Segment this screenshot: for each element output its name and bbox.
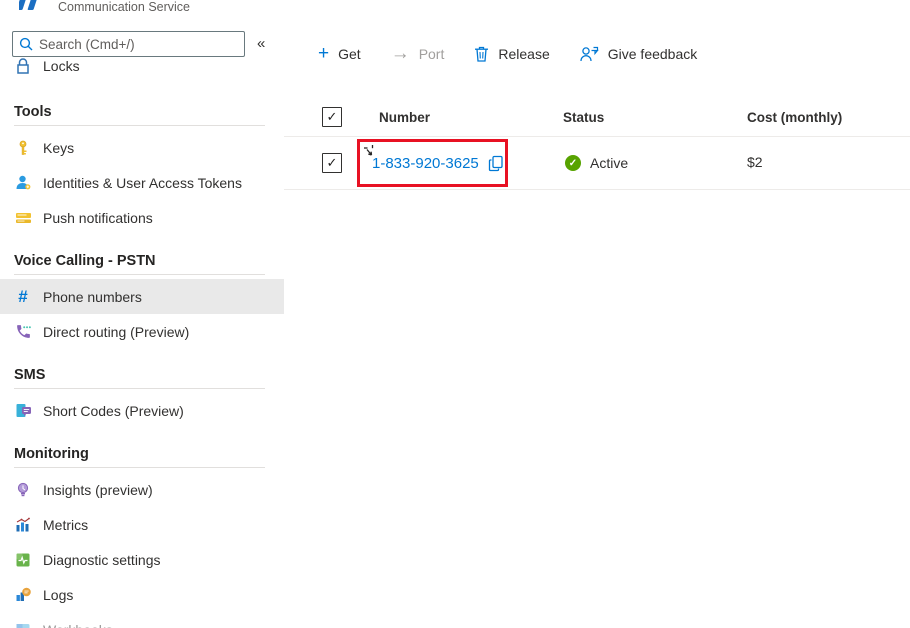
sidebar-item-label: Metrics xyxy=(43,517,88,533)
sidebar-item-label: Short Codes (Preview) xyxy=(43,403,184,419)
copy-icon[interactable] xyxy=(488,155,504,172)
identities-icon xyxy=(14,174,32,192)
port-button[interactable]: → Port xyxy=(391,45,445,63)
search-icon xyxy=(19,37,33,51)
search-input[interactable] xyxy=(39,37,238,52)
short-codes-icon xyxy=(14,402,32,420)
sidebar-item-locks[interactable]: Locks xyxy=(0,58,284,79)
give-feedback-label: Give feedback xyxy=(608,46,698,62)
sidebar-item-phone-numbers[interactable]: # Phone numbers xyxy=(0,279,284,314)
release-button-label: Release xyxy=(498,46,549,62)
key-icon xyxy=(14,139,32,157)
status-text: Active xyxy=(590,155,628,171)
section-title-tools: Tools xyxy=(14,104,265,126)
annotation-box: 1-833-920-3625 xyxy=(357,139,508,187)
sidebar-item-logs[interactable]: Logs xyxy=(0,577,284,612)
sidebar-item-label: Locks xyxy=(43,58,80,74)
column-header-status[interactable]: Status xyxy=(561,110,745,125)
sidebar-item-insights[interactable]: Insights (preview) xyxy=(0,472,284,507)
main-content: + Get → Port Release xyxy=(284,0,910,628)
sidebar-item-identities[interactable]: Identities & User Access Tokens xyxy=(0,165,284,200)
sidebar-item-label: Phone numbers xyxy=(43,289,142,305)
workbooks-icon xyxy=(14,621,32,628)
table-header-row: ✓ Number Status Cost (monthly) xyxy=(284,98,910,137)
get-button[interactable]: + Get xyxy=(318,45,361,63)
cost-value: $2 xyxy=(747,154,763,170)
sidebar-item-push-notifications[interactable]: Push notifications xyxy=(0,200,284,235)
section-title-sms: SMS xyxy=(14,367,265,389)
hash-icon: # xyxy=(14,288,32,306)
sidebar-item-label: Workbooks xyxy=(43,622,113,628)
diagnostic-settings-icon xyxy=(14,551,32,569)
port-button-label: Port xyxy=(419,46,445,62)
sidebar-item-workbooks[interactable]: Workbooks xyxy=(0,612,284,628)
sidebar-item-metrics[interactable]: Metrics xyxy=(0,507,284,542)
sidebar: Communication Service « Locks xyxy=(0,0,284,628)
sidebar-item-direct-routing[interactable]: Direct routing (Preview) xyxy=(0,314,284,349)
select-all-checkbox[interactable]: ✓ xyxy=(322,107,342,127)
sidebar-item-keys[interactable]: Keys xyxy=(0,130,284,165)
insights-icon xyxy=(14,481,32,499)
give-feedback-button[interactable]: Give feedback xyxy=(580,46,698,62)
arrow-right-icon: → xyxy=(391,45,410,63)
sidebar-nav: Locks Tools Keys xyxy=(0,58,284,628)
collapse-sidebar-button[interactable]: « xyxy=(257,35,265,53)
column-header-number[interactable]: Number xyxy=(357,110,561,125)
trash-icon xyxy=(474,46,489,62)
phone-number-link[interactable]: 1-833-920-3625 xyxy=(372,155,479,172)
sidebar-item-label: Push notifications xyxy=(43,210,153,226)
section-title-voice-calling: Voice Calling - PSTN xyxy=(14,253,265,275)
service-subtitle: Communication Service xyxy=(58,0,190,14)
communication-service-logo-icon xyxy=(19,0,41,10)
checkmark-icon: ✓ xyxy=(327,155,338,171)
command-bar: + Get → Port Release xyxy=(318,40,697,68)
sidebar-item-label: Diagnostic settings xyxy=(43,552,161,568)
lock-icon xyxy=(14,58,32,75)
feedback-person-icon xyxy=(580,46,599,62)
checkmark-icon: ✓ xyxy=(327,109,338,125)
section-title-monitoring: Monitoring xyxy=(14,446,265,468)
release-button[interactable]: Release xyxy=(474,46,549,62)
push-notifications-icon xyxy=(14,209,32,227)
table-row: ✓ 1-833-920-3625 xyxy=(284,137,910,190)
sidebar-item-label: Insights (preview) xyxy=(43,482,153,498)
direct-routing-icon xyxy=(14,323,32,341)
sidebar-item-label: Keys xyxy=(43,140,74,156)
click-indicator-icon xyxy=(363,144,377,163)
row-checkbox[interactable]: ✓ xyxy=(322,153,342,173)
sidebar-item-diagnostic-settings[interactable]: Diagnostic settings xyxy=(0,542,284,577)
metrics-icon xyxy=(14,516,32,534)
sidebar-item-label: Logs xyxy=(43,587,73,603)
sidebar-item-label: Identities & User Access Tokens xyxy=(43,175,242,191)
plus-icon: + xyxy=(318,45,329,63)
service-header: Communication Service xyxy=(0,0,284,20)
get-button-label: Get xyxy=(338,46,361,62)
logs-icon xyxy=(14,586,32,604)
sidebar-item-short-codes[interactable]: Short Codes (Preview) xyxy=(0,393,284,428)
column-header-cost[interactable]: Cost (monthly) xyxy=(745,110,910,125)
sidebar-item-label: Direct routing (Preview) xyxy=(43,324,189,340)
status-active-icon: ✓ xyxy=(565,155,581,171)
sidebar-search[interactable] xyxy=(12,31,245,57)
